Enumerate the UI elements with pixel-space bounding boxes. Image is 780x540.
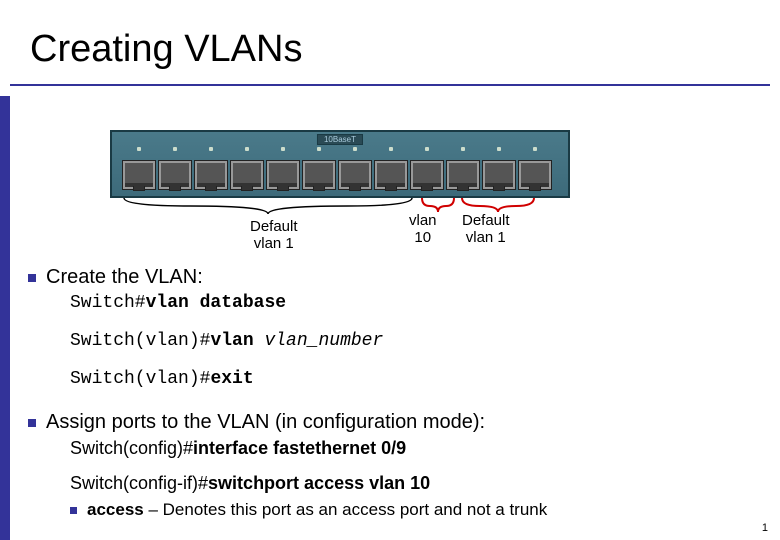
ethernet-port [374,160,408,190]
slide-title: Creating VLANs [30,28,302,71]
bullet-icon [28,274,36,282]
switch-model-label: 10BaseT [317,134,363,145]
sub-bullet-text: access – Denotes this port as an access … [87,500,547,520]
ethernet-port [158,160,192,190]
cmd-vlan-database: Switch#vlan database [70,293,760,313]
cmd-switchport: Switch(config-if)#switchport access vlan… [70,473,760,494]
ethernet-port [266,160,300,190]
ethernet-port [122,160,156,190]
page-number: 1 [762,522,768,534]
ethernet-port [338,160,372,190]
ethernet-port [482,160,516,190]
slide-accent-bar [0,96,10,540]
label-vlan-10: vlan 10 [409,212,437,247]
led-strip [122,147,558,151]
cmd-vlan-number: Switch(vlan)#vlan vlan_number [70,331,760,351]
ethernet-port [446,160,480,190]
label-default-vlan-1-right: Default vlan 1 [462,212,510,247]
ethernet-port [230,160,264,190]
switch-diagram: 10BaseT [110,130,570,198]
bullet-assign-ports: Assign ports to the VLAN (in configurati… [28,411,760,434]
port-strip [122,152,558,190]
ethernet-port [302,160,336,190]
sub-bullet-access: access – Denotes this port as an access … [70,500,760,520]
ethernet-port [518,160,552,190]
cmd-interface: Switch(config)#interface fastethernet 0/… [70,438,760,459]
bullet-text: Assign ports to the VLAN (in configurati… [46,411,485,434]
title-underline [10,84,770,86]
ethernet-port [194,160,228,190]
switch-chassis: 10BaseT [110,130,570,198]
bullet-icon [70,507,77,514]
label-default-vlan-1: Default vlan 1 [250,218,298,253]
bullet-text: Create the VLAN: [46,266,203,289]
cmd-exit: Switch(vlan)#exit [70,369,760,389]
ethernet-port [410,160,444,190]
bullet-icon [28,419,36,427]
bullet-create-vlan: Create the VLAN: [28,266,760,289]
slide-body: Create the VLAN: Switch#vlan database Sw… [28,266,760,520]
